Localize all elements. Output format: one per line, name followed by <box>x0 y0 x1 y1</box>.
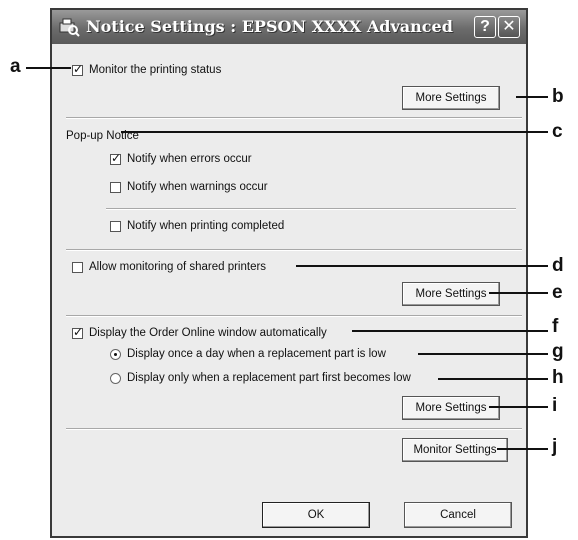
callout-letter-j: j <box>552 436 558 457</box>
separator <box>66 315 522 317</box>
callout-letter-a: a <box>10 56 21 77</box>
shared-printers-label: Allow monitoring of shared printers <box>89 261 267 273</box>
more-settings-button-shared[interactable]: More Settings <box>402 282 500 306</box>
display-once-radio[interactable] <box>110 349 121 360</box>
cancel-button[interactable]: Cancel <box>404 502 512 528</box>
order-online-checkbox[interactable] <box>72 325 83 339</box>
callout-letter-h: h <box>552 367 564 388</box>
callout-letter-f: f <box>552 316 559 337</box>
title-bar[interactable]: Notice Settings : EPSON XXXX Advanced ? … <box>52 10 526 44</box>
separator <box>66 117 522 119</box>
help-button[interactable]: ? <box>474 16 496 38</box>
notify-completed-label: Notify when printing completed <box>127 220 285 232</box>
close-icon: ✕ <box>502 18 516 35</box>
notice-settings-dialog: Notice Settings : EPSON XXXX Advanced ? … <box>50 8 528 538</box>
monitor-status-checkbox[interactable] <box>72 62 83 76</box>
callout-line-h <box>438 378 548 380</box>
callout-line-g <box>418 353 548 355</box>
more-settings-button-order[interactable]: More Settings <box>402 396 500 420</box>
monitor-settings-button[interactable]: Monitor Settings <box>402 438 508 462</box>
window-title: Notice Settings : EPSON XXXX Advanced <box>86 17 453 36</box>
notify-completed-checkbox[interactable] <box>110 221 121 232</box>
shared-printers-checkbox[interactable] <box>72 262 83 273</box>
notify-warnings-checkbox[interactable] <box>110 182 121 193</box>
monitor-status-label: Monitor the printing status <box>89 64 222 76</box>
separator <box>66 249 522 251</box>
callout-line-e <box>489 292 548 294</box>
callout-line-a <box>26 67 71 69</box>
ok-button[interactable]: OK <box>262 502 370 528</box>
callout-line-f <box>352 330 548 332</box>
separator <box>66 428 522 430</box>
order-online-label: Display the Order Online window automati… <box>89 327 327 339</box>
notify-errors-checkbox[interactable] <box>110 151 121 165</box>
printer-search-icon <box>59 18 80 37</box>
more-settings-button-monitor[interactable]: More Settings <box>402 86 500 110</box>
callout-line-b <box>516 96 548 98</box>
close-button[interactable]: ✕ <box>498 16 520 38</box>
callout-line-c <box>121 131 548 133</box>
display-first-label: Display only when a replacement part fir… <box>127 372 411 384</box>
display-once-label: Display once a day when a replacement pa… <box>127 348 386 360</box>
callout-letter-c: c <box>552 121 563 142</box>
help-icon: ? <box>480 18 490 35</box>
callout-letter-b: b <box>552 86 564 107</box>
notify-warnings-label: Notify when warnings occur <box>127 181 268 193</box>
callout-letter-e: e <box>552 282 563 303</box>
callout-letter-i: i <box>552 395 558 416</box>
callout-line-d <box>296 265 548 267</box>
callout-letter-d: d <box>552 255 564 276</box>
display-first-radio[interactable] <box>110 373 121 384</box>
notify-errors-label: Notify when errors occur <box>127 153 252 165</box>
separator <box>106 208 516 210</box>
callout-line-i <box>489 406 548 408</box>
callout-line-j <box>497 448 548 450</box>
callout-letter-g: g <box>552 341 564 362</box>
